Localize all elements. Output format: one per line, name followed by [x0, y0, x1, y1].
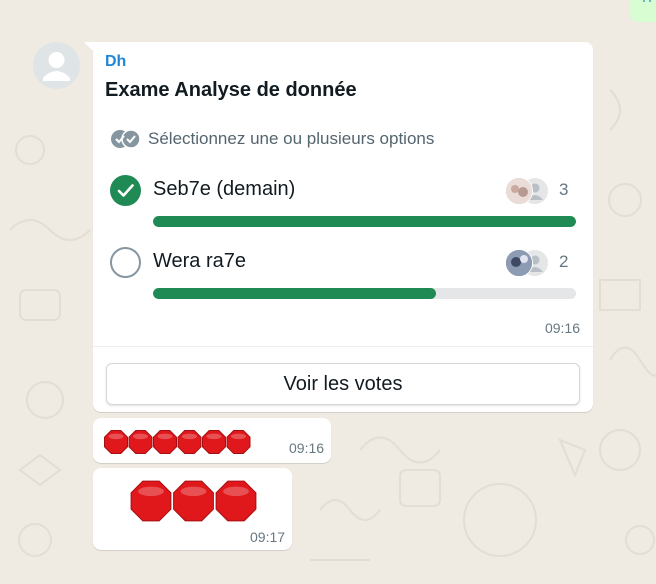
checkmark-icon — [117, 184, 134, 197]
poll-option-label: Seb7e (demain) — [153, 178, 296, 200]
message-timestamp: 09:17 — [250, 529, 286, 545]
emoji-highlight — [206, 433, 222, 440]
poll-option[interactable]: Wera ra7e 2 — [110, 247, 576, 307]
message-timestamp: 09:16 — [544, 320, 580, 336]
emoji-highlight — [231, 433, 246, 440]
outgoing-peek-text: n — [642, 0, 652, 7]
poll-hint: Sélectionnez une ou plusieurs options — [110, 129, 434, 149]
emoji-message[interactable]: 09:16 — [93, 418, 331, 463]
sender-avatar[interactable] — [33, 42, 80, 89]
view-votes-button[interactable]: Voir les votes — [106, 363, 580, 405]
double-check-icon — [111, 129, 141, 149]
unchecked-circle-icon[interactable] — [110, 247, 141, 278]
vote-progress-bar — [153, 216, 576, 227]
poll-option-label: Wera ra7e — [153, 250, 247, 272]
photo-avatar-icon — [506, 178, 532, 204]
voter-avatars[interactable] — [505, 249, 550, 277]
divider — [93, 346, 593, 347]
photo-avatar-icon — [506, 250, 532, 276]
emoji-highlight — [182, 433, 197, 440]
checked-circle-icon[interactable] — [110, 175, 141, 206]
stop-sign-emoji-row — [130, 480, 257, 522]
poll-option[interactable]: Seb7e (demain) 3 — [110, 175, 576, 235]
sender-name[interactable]: Dh — [105, 53, 126, 71]
vote-progress-fill — [153, 288, 437, 299]
emoji-highlight — [223, 486, 249, 497]
voter-avatar — [505, 249, 533, 277]
poll-question: Exame Analyse de donnée — [105, 79, 357, 101]
poll-message: Dh Exame Analyse de donnée Sélectionnez … — [93, 42, 593, 412]
poll-option-count: 3 — [559, 180, 569, 199]
vote-progress-bar — [153, 288, 576, 299]
stop-sign-emoji-row — [104, 430, 251, 454]
emoji-highlight — [157, 433, 173, 440]
emoji-message[interactable]: 09:17 — [93, 468, 292, 550]
message-timestamp: 09:16 — [289, 440, 325, 456]
emoji-highlight — [138, 486, 164, 497]
vote-progress-fill — [153, 216, 576, 227]
poll-hint-text: Sélectionnez une ou plusieurs options — [148, 129, 435, 148]
poll-option-count: 2 — [559, 252, 569, 271]
emoji-highlight — [108, 433, 124, 440]
voter-avatars[interactable] — [505, 177, 550, 205]
voter-avatar — [505, 177, 533, 205]
emoji-highlight — [180, 486, 207, 497]
emoji-highlight — [133, 433, 148, 440]
outgoing-message-peek[interactable]: n — [630, 0, 656, 22]
default-user-icon — [43, 52, 70, 81]
